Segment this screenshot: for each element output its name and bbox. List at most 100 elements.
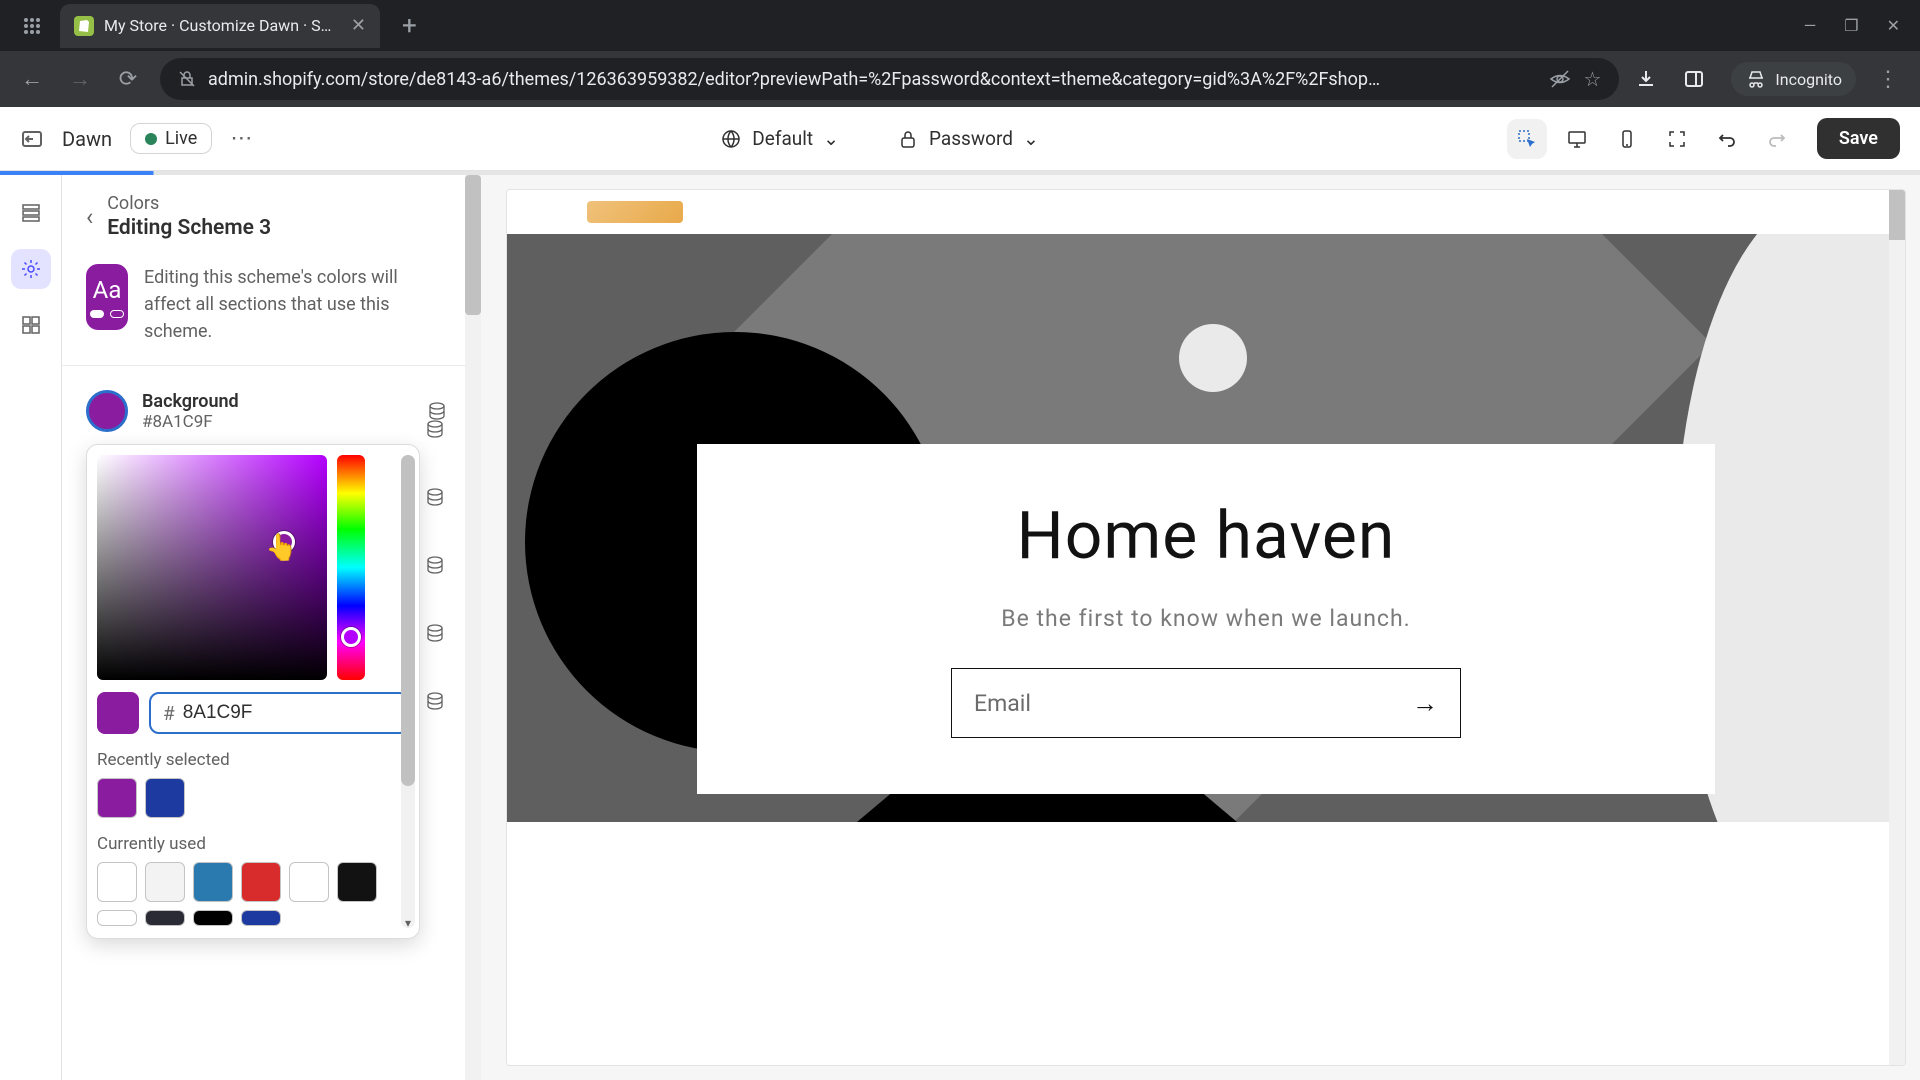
preview-header [507, 190, 1905, 234]
hex-input-field[interactable] [183, 702, 395, 724]
page-label: Password [929, 127, 1013, 150]
dynamic-source-icon[interactable] [425, 555, 445, 575]
color-swatch[interactable] [193, 862, 233, 902]
hex-preview-swatch [97, 692, 139, 734]
color-swatch[interactable] [241, 862, 281, 902]
color-swatch[interactable] [145, 778, 185, 818]
dynamic-source-icon[interactable] [425, 623, 445, 643]
close-icon[interactable]: ✕ [351, 15, 366, 36]
color-swatch[interactable] [97, 778, 137, 818]
live-label: Live [165, 128, 197, 149]
sidebar-scrollbar[interactable] [465, 175, 481, 1080]
scheme-description: Editing this scheme's colors will affect… [144, 264, 447, 345]
incognito-label: Incognito [1775, 70, 1842, 89]
sidebar-scroll-thumb[interactable] [465, 175, 481, 315]
browser-tab[interactable]: My Store · Customize Dawn · S… ✕ [60, 4, 380, 48]
forward-icon: → [64, 66, 96, 92]
mobile-icon[interactable] [1607, 119, 1647, 159]
kebab-menu-icon[interactable]: ⋮ [1872, 67, 1904, 92]
color-swatch[interactable] [193, 910, 233, 926]
template-label: Default [752, 127, 813, 150]
currently-used-label: Currently used [97, 834, 409, 854]
minimize-icon[interactable]: — [1804, 16, 1817, 35]
inspector-icon[interactable] [1507, 119, 1547, 159]
maximize-icon[interactable]: ❐ [1844, 16, 1858, 35]
bookmark-icon[interactable]: ☆ [1583, 67, 1601, 91]
dynamic-source-icon[interactable] [425, 487, 445, 507]
more-icon[interactable]: ⋯ [230, 126, 252, 151]
submit-arrow-icon[interactable]: → [1412, 688, 1438, 719]
color-swatch[interactable] [97, 910, 137, 926]
redo-icon [1757, 119, 1797, 159]
theme-settings-icon[interactable] [11, 249, 51, 289]
store-subtext: Be the first to know when we launch. [1001, 605, 1410, 632]
color-picker-popover: 👆 # Recently selected Currently used [86, 444, 420, 939]
downloads-icon[interactable] [1635, 68, 1667, 90]
hue-slider[interactable] [337, 455, 365, 680]
live-dot-icon [145, 133, 157, 145]
lock-icon [897, 128, 919, 150]
scheme-swatch: Aa [86, 264, 128, 330]
browser-toolbar: ← → ⟳ admin.shopify.com/store/de8143-a6/… [0, 51, 1920, 107]
exit-editor-icon[interactable] [20, 127, 44, 151]
eye-off-icon[interactable] [1549, 68, 1571, 90]
save-button[interactable]: Save [1817, 118, 1900, 159]
color-swatch[interactable] [337, 862, 377, 902]
hero-section: Home haven Be the first to know when we … [507, 234, 1905, 822]
template-selector[interactable]: Default ⌄ [706, 119, 853, 158]
url-bar[interactable]: admin.shopify.com/store/de8143-a6/themes… [160, 58, 1619, 100]
dynamic-source-icon[interactable] [425, 419, 445, 439]
background-hex: #8A1C9F [142, 412, 239, 432]
hue-handle[interactable] [341, 627, 361, 647]
current-swatch-row-2 [97, 910, 409, 926]
popover-scrollbar[interactable]: ▾ [401, 455, 415, 928]
app-embeds-icon[interactable] [11, 305, 51, 345]
new-tab-button[interactable]: + [402, 11, 417, 41]
close-window-icon[interactable]: ✕ [1887, 16, 1900, 35]
back-icon[interactable]: ← [16, 66, 48, 92]
side-panel-icon[interactable] [1683, 68, 1715, 90]
dynamic-source-icon[interactable] [427, 401, 447, 421]
theme-name[interactable]: Dawn [62, 127, 112, 151]
browser-menu-icon[interactable] [12, 6, 52, 46]
color-swatch[interactable] [97, 862, 137, 902]
scheme-badge-text: Aa [93, 276, 122, 304]
popover-scroll-thumb[interactable] [401, 455, 415, 786]
store-heading: Home haven [1017, 498, 1396, 575]
tab-title: My Store · Customize Dawn · S… [104, 16, 331, 35]
live-badge: Live [130, 123, 212, 154]
sv-handle[interactable] [273, 531, 295, 553]
saturation-value-area[interactable]: 👆 [97, 455, 327, 680]
preview-scroll-thumb[interactable] [1889, 190, 1905, 240]
site-info-icon[interactable] [178, 70, 196, 88]
dynamic-source-icon[interactable] [425, 691, 445, 711]
reload-icon[interactable]: ⟳ [112, 67, 144, 92]
sections-icon[interactable] [11, 193, 51, 233]
window-controls: — ❐ ✕ [1804, 16, 1920, 35]
globe-icon [720, 128, 742, 150]
preview-scrollbar[interactable] [1889, 190, 1905, 1065]
breadcrumb[interactable]: Colors [107, 193, 271, 214]
current-swatch-row-1 [97, 862, 409, 902]
left-rail [0, 175, 62, 1080]
color-swatch[interactable] [145, 862, 185, 902]
store-logo[interactable] [587, 201, 683, 223]
scroll-down-icon[interactable]: ▾ [401, 916, 415, 930]
background-color-row[interactable]: Background #8A1C9F [62, 366, 471, 438]
desktop-icon[interactable] [1557, 119, 1597, 159]
email-field[interactable]: Email → [951, 668, 1461, 738]
recent-swatch-row [97, 778, 409, 818]
color-swatch[interactable] [289, 862, 329, 902]
color-swatch[interactable] [241, 910, 281, 926]
page-title: Editing Scheme 3 [107, 216, 271, 240]
breadcrumb-back-icon[interactable]: ‹ [86, 193, 93, 231]
fullscreen-icon[interactable] [1657, 119, 1697, 159]
page-selector[interactable]: Password ⌄ [883, 119, 1053, 158]
app-topbar: Dawn Live ⋯ Default ⌄ Password ⌄ [0, 107, 1920, 171]
theme-preview: Home haven Be the first to know when we … [506, 189, 1906, 1066]
incognito-badge[interactable]: Incognito [1731, 62, 1856, 96]
color-preview-circle [86, 390, 128, 432]
color-swatch[interactable] [145, 910, 185, 926]
hex-input[interactable]: # [149, 692, 409, 734]
undo-icon[interactable] [1707, 119, 1747, 159]
